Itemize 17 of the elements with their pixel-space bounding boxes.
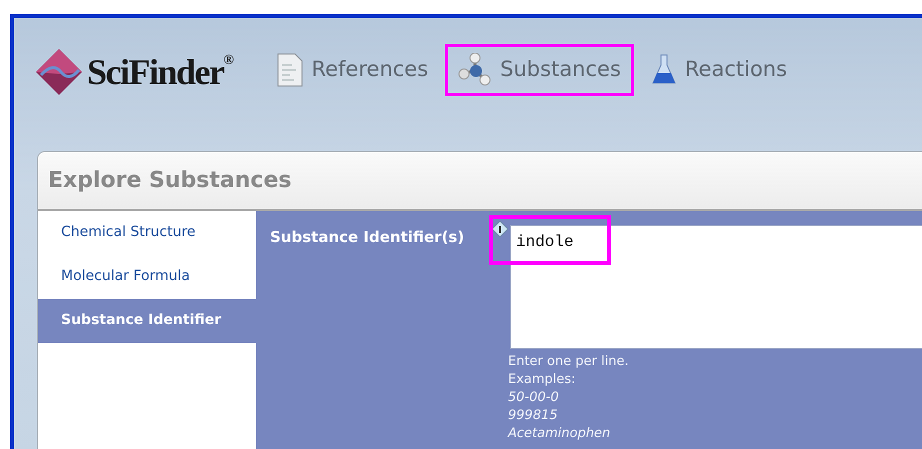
example-text: 50-00-0	[508, 389, 560, 407]
hint-text: Enter one per line.	[508, 353, 630, 371]
logo-text: SciFinder®	[87, 54, 232, 90]
example-text: Acetaminophen	[508, 425, 612, 443]
panel-title: Explore Substances	[38, 152, 922, 211]
logo-icon	[35, 48, 83, 96]
molecule-icon	[458, 53, 492, 87]
info-icon[interactable]	[492, 221, 508, 237]
sidebar-item[interactable]: Substance Identifier	[38, 299, 256, 343]
nav-tab[interactable]: References	[264, 44, 442, 96]
identifier-field[interactable]: indole	[510, 225, 922, 349]
examples-label: Examples:	[508, 371, 577, 389]
example-text: 999815	[508, 407, 559, 425]
nav-tab[interactable]: Reactions	[638, 44, 800, 96]
field-label: Substance Identifier(s)	[270, 227, 466, 248]
nav-tab[interactable]: Substances	[445, 44, 634, 96]
document-icon	[277, 53, 304, 87]
